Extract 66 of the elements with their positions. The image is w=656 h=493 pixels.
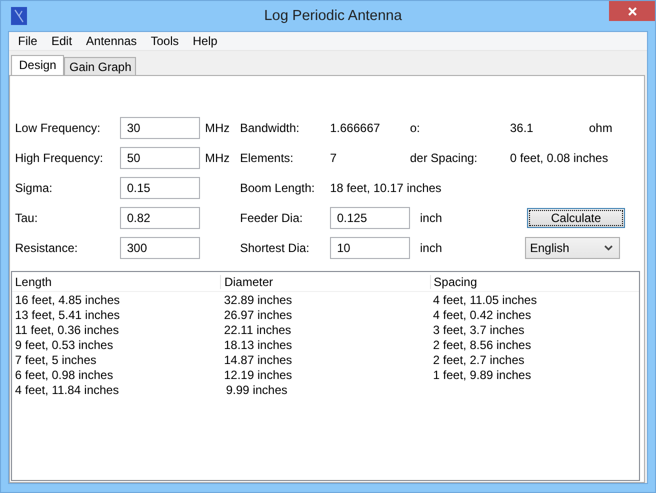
table-cell-text: 18.13 inches: [223, 338, 294, 352]
result-value: 36.1: [510, 121, 534, 135]
field-label: Feeder Dia:: [240, 211, 304, 225]
field-label: Elements:: [240, 151, 294, 165]
menu-item[interactable]: Antennas: [79, 34, 144, 48]
input-field[interactable]: 0.15: [120, 177, 200, 199]
result-label: der Spacing:: [410, 151, 478, 165]
column-header[interactable]: Spacing: [430, 274, 639, 288]
table-cell-text: 1 feet, 9.89 inches: [432, 368, 532, 382]
table-cell-text: 11 feet, 0.36 inches: [14, 322, 120, 336]
unit-label: ohm: [589, 121, 612, 135]
unit-label: MHz: [205, 121, 230, 135]
field-label: Tau:: [15, 211, 39, 225]
units-dropdown[interactable]: English: [525, 237, 620, 259]
unit-label: MHz: [205, 151, 230, 165]
table-cell-text: 2 feet, 8.56 inches: [432, 338, 532, 352]
result-label: o:: [410, 121, 422, 135]
result-value: 1.666667: [330, 121, 380, 135]
table-cell-text: 22.11 inches: [223, 322, 292, 336]
field-label: Low Frequency:: [15, 121, 102, 135]
result-value: 0 feet, 0.08 inches: [510, 151, 608, 165]
input-field[interactable]: 300: [120, 237, 200, 259]
unit-label: inch: [420, 211, 442, 225]
menu-item[interactable]: Help: [186, 34, 224, 48]
unit-label: inch: [420, 241, 442, 255]
field-label: High Frequency:: [15, 151, 104, 165]
field-label: Shortest Dia:: [240, 241, 310, 255]
table-cell-text: 7 feet, 5 inches: [14, 352, 98, 366]
close-button[interactable]: [609, 1, 655, 21]
table-cell-text: 13 feet, 5.41 inches: [14, 308, 121, 322]
calculate-button[interactable]: Calculate: [527, 208, 625, 228]
result-value: 7: [330, 151, 337, 165]
column-header[interactable]: Length: [12, 274, 222, 288]
field-label: Bandwidth:: [240, 121, 300, 135]
result-value: 18 feet, 10.17 inches: [330, 181, 442, 195]
table-cell-text: 6 feet, 0.98 inches: [14, 368, 114, 382]
field-label: Resistance:: [15, 241, 79, 255]
table-cell-text: 14.87 inches: [223, 352, 294, 366]
table-cell-text: 12.19 inches: [223, 368, 294, 382]
input-field[interactable]: 10: [330, 237, 410, 259]
table-cell-text: 4 feet, 11.84 inches: [14, 382, 120, 396]
table-cell-text: 9 feet, 0.53 inches: [14, 338, 114, 352]
table-cell-text: 9.99 inches: [225, 382, 288, 396]
input-field[interactable]: 0.125: [330, 207, 410, 229]
input-field[interactable]: 50: [120, 147, 200, 169]
menu-item[interactable]: Tools: [144, 34, 186, 48]
antenna-icon: [11, 7, 27, 25]
table-cell-text: 26.97 inches: [223, 308, 294, 322]
table-cell-text: 3 feet, 3.7 inches: [432, 322, 526, 336]
table-cell-text: 2 feet, 2.7 inches: [432, 352, 526, 366]
chevron-down-icon: [604, 245, 613, 251]
window-title: Log Periodic Antenna: [263, 8, 403, 24]
tab[interactable]: Gain Graph: [64, 57, 136, 75]
column-header[interactable]: Diameter: [221, 274, 431, 288]
table-cell-text: 16 feet, 4.85 inches: [14, 292, 121, 306]
table-cell-text: 4 feet, 11.05 inches: [432, 292, 538, 306]
tab[interactable]: Design: [11, 55, 64, 75]
menu-item[interactable]: Edit: [44, 34, 80, 48]
table-cell-text: 32.89 inches: [223, 292, 294, 306]
input-field[interactable]: 0.82: [120, 207, 200, 229]
field-label: Boom Length:: [240, 181, 316, 195]
input-field[interactable]: 30: [120, 117, 200, 139]
field-label: Sigma:: [15, 181, 54, 195]
menu-item[interactable]: File: [11, 34, 44, 48]
table-cell-text: 4 feet, 0.42 inches: [432, 308, 532, 322]
close-icon: [628, 6, 636, 16]
